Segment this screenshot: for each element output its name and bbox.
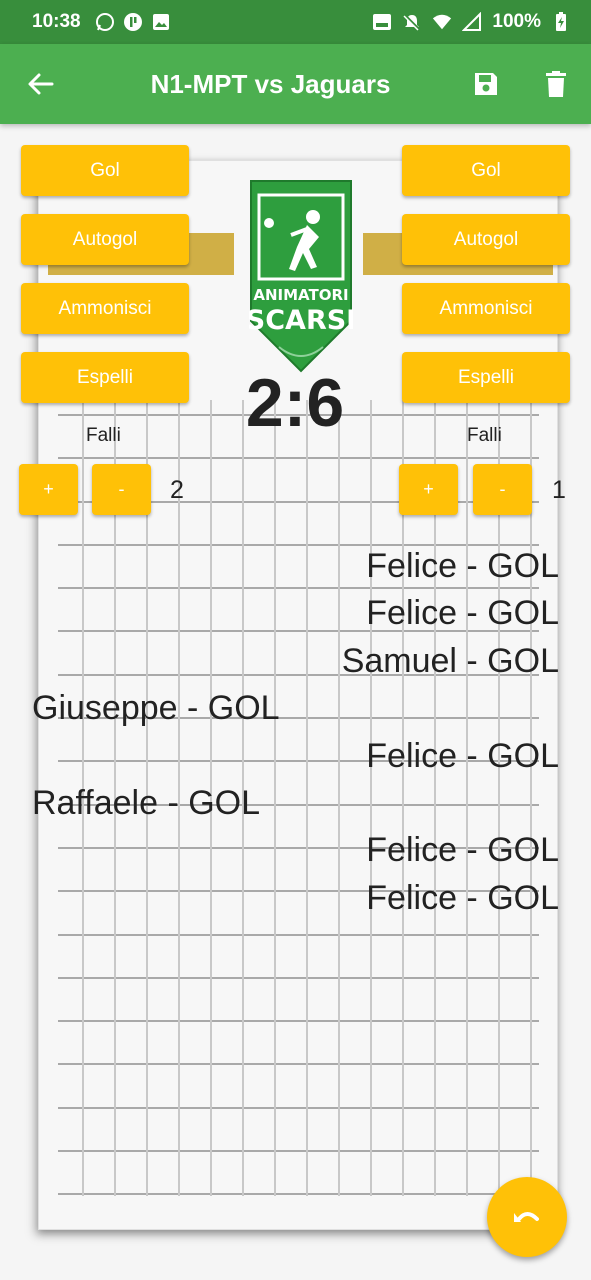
event-item: Felice - GOL — [366, 547, 559, 585]
undo-icon — [514, 1212, 539, 1222]
grid-line — [370, 400, 372, 1196]
grid-line — [306, 400, 308, 1196]
event-item: Giuseppe - GOL — [32, 689, 280, 728]
whatsapp-icon — [95, 12, 115, 32]
away-ammonisci-button[interactable]: Ammonisci — [402, 283, 570, 334]
home-ammonisci-button[interactable]: Ammonisci — [21, 283, 189, 334]
battery-charging-icon — [551, 12, 571, 32]
delete-button[interactable] — [521, 44, 591, 124]
score: 2:6 — [245, 365, 345, 441]
away-espelli-button[interactable]: Espelli — [402, 352, 570, 403]
away-gol-button[interactable]: Gol — [402, 145, 570, 196]
grid-line — [530, 400, 532, 1196]
home-falli-count: 2 — [170, 476, 184, 504]
grid-line — [402, 400, 404, 1196]
event-item: Felice - GOL — [366, 736, 559, 775]
event-item: Felice - GOL — [366, 831, 559, 870]
undo-button[interactable] — [487, 1177, 567, 1257]
page-title: N1-MPT vs Jaguars — [150, 68, 391, 99]
event-item: Felice - GOL — [366, 594, 559, 633]
grid-line — [466, 400, 468, 1196]
save-icon — [475, 73, 497, 95]
save-button[interactable] — [451, 44, 521, 124]
battery-percent: 100% — [492, 11, 541, 32]
status-bar: 10:38 100% — [0, 0, 591, 44]
away-falli-count: 1 — [552, 476, 566, 504]
away-falli-label: Falli — [467, 425, 502, 446]
home-autogol-button[interactable]: Autogol — [21, 214, 189, 265]
grid-line — [434, 400, 436, 1196]
volte-icon — [372, 12, 392, 32]
grid-line — [274, 400, 276, 1196]
grid-line — [338, 400, 340, 1196]
status-time: 10:38 — [32, 11, 81, 32]
home-falli-plus-button[interactable]: + — [19, 464, 78, 515]
notifications-off-icon — [402, 12, 422, 32]
away-falli-plus-button[interactable]: + — [399, 464, 458, 515]
image-icon — [151, 12, 171, 32]
event-item: Raffaele - GOL — [32, 784, 261, 822]
event-item: Felice - GOL — [366, 878, 559, 917]
home-gol-button[interactable]: Gol — [21, 145, 189, 196]
home-falli-minus-button[interactable]: - — [92, 464, 151, 515]
app-notification-icon — [123, 12, 143, 32]
event-item: Samuel - GOL — [341, 641, 559, 680]
delete-icon — [546, 71, 566, 97]
grid-line — [498, 400, 500, 1196]
signal-icon — [462, 12, 482, 32]
logo-text-bottom: SCARSI — [249, 305, 353, 336]
away-autogol-button[interactable]: Autogol — [402, 214, 570, 265]
wifi-icon — [432, 12, 452, 32]
away-falli-minus-button[interactable]: - — [473, 464, 532, 515]
back-button[interactable] — [0, 44, 80, 124]
logo-text-top: ANIMATORI — [253, 286, 348, 304]
home-espelli-button[interactable]: Espelli — [21, 352, 189, 403]
home-falli-label: Falli — [86, 425, 121, 446]
app-bar: N1-MPT vs Jaguars — [0, 44, 591, 124]
team-logo: ANIMATORI SCARSI — [246, 179, 356, 373]
arrow-back-icon — [28, 73, 54, 95]
